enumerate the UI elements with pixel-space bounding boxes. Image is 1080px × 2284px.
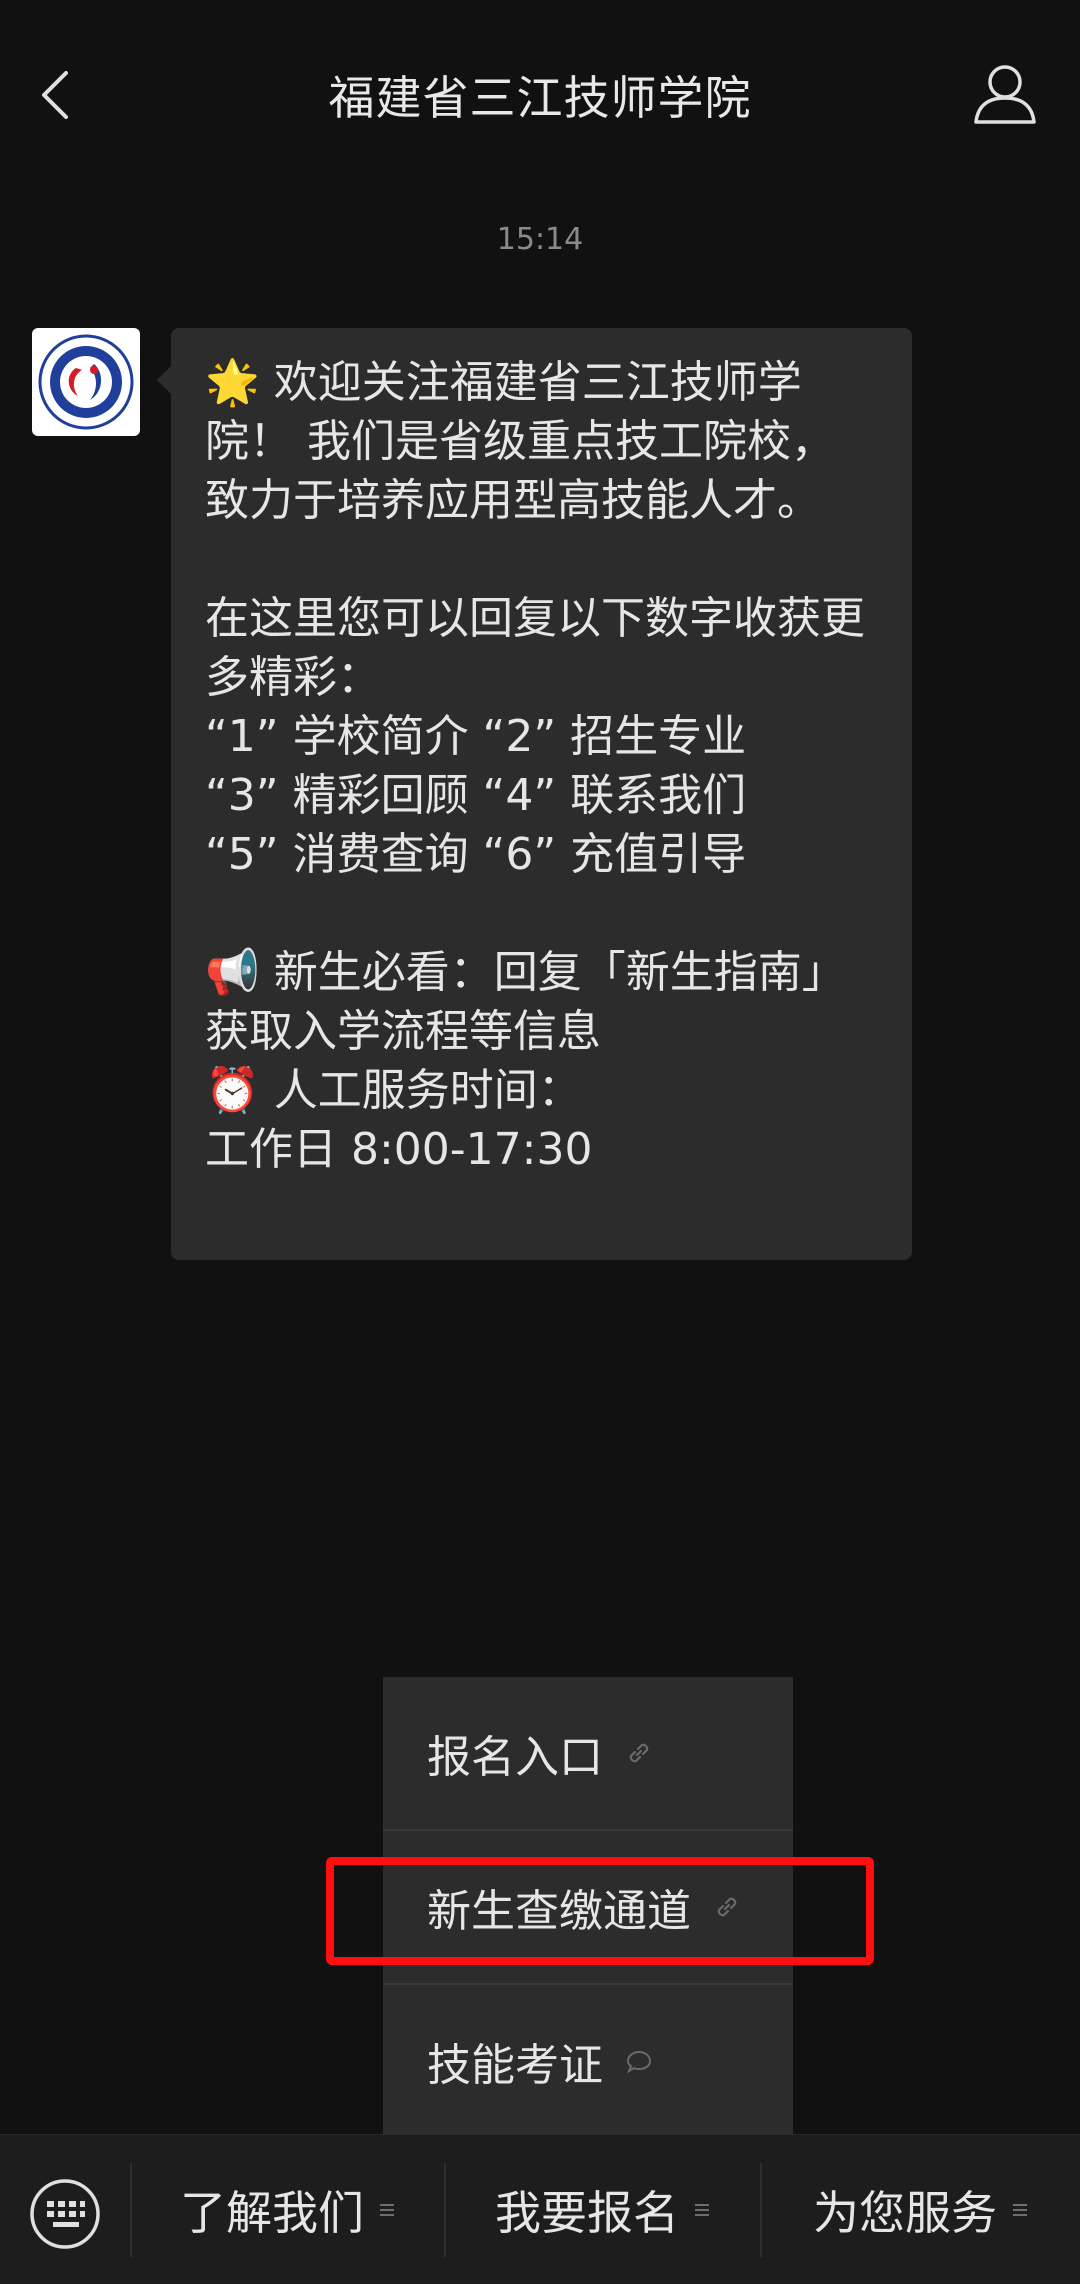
- message-timestamp: 15:14: [496, 222, 584, 257]
- tab-label: 了解我们: [180, 2186, 364, 2240]
- message-line: 工作日 8:00-17:30: [205, 1124, 593, 1175]
- keyboard-icon: [30, 2179, 100, 2249]
- menu-item-registration[interactable]: 报名入口: [383, 1677, 793, 1829]
- message-line: “1” 学校简介 “2” 招生专业: [205, 711, 747, 762]
- back-button[interactable]: [30, 55, 90, 135]
- message-line: 在这里您可以回复以下数字收获更: [205, 593, 865, 644]
- person-icon: [974, 65, 1036, 124]
- tab-label: 我要报名: [495, 2186, 679, 2240]
- avatar[interactable]: [32, 328, 140, 436]
- message-line: “5” 消费查询 “6” 充值引导: [205, 829, 747, 880]
- message-line: ⏰ 人工服务时间：: [205, 1065, 582, 1116]
- menu-item-label: 报名入口: [427, 1732, 603, 1783]
- message-line: 🌟 欢迎关注福建省三江技师学: [205, 357, 802, 408]
- keyboard-toggle-button[interactable]: [22, 2171, 108, 2257]
- message-bubble: 🌟 欢迎关注福建省三江技师学 院！ 我们是省级重点技工院校， 致力于培养应用型高…: [157, 328, 912, 1260]
- tab-about-us[interactable]: 了解我们: [132, 2155, 444, 2265]
- tab-register[interactable]: 我要报名: [446, 2155, 760, 2265]
- message-line: 📢 新生必看：回复「新生指南」: [205, 947, 846, 998]
- highlight-annotation: [326, 1857, 874, 1965]
- menu-lines-icon: [695, 2204, 709, 2216]
- message-line: 获取入学流程等信息: [205, 1006, 601, 1057]
- link-icon: [629, 1743, 649, 1763]
- tab-services[interactable]: 为您服务: [762, 2155, 1080, 2265]
- chat-bubble-icon: [626, 2050, 652, 2074]
- chevron-left-icon: [42, 71, 68, 119]
- page-title: 福建省三江技师学院: [328, 71, 752, 125]
- header: 福建省三江技师学院: [0, 0, 1080, 190]
- message-line: [205, 884, 884, 943]
- bottom-menu-bar: 了解我们 我要报名 为您服务: [0, 2134, 1080, 2284]
- message-line: 多精彩：: [205, 652, 381, 703]
- school-logo-icon: [38, 334, 134, 430]
- profile-button[interactable]: [970, 58, 1040, 128]
- menu-lines-icon: [1013, 2204, 1027, 2216]
- message-line: 致力于培养应用型高技能人才。: [205, 475, 821, 526]
- message-line: [205, 530, 884, 589]
- tab-label: 为您服务: [813, 2186, 997, 2240]
- menu-lines-icon: [380, 2204, 394, 2216]
- message-line: “3” 精彩回顾 “4” 联系我们: [205, 770, 747, 821]
- menu-item-label: 技能考证: [427, 2040, 603, 2091]
- chat-screen: 福建省三江技师学院 15:14 🌟 欢迎关注福建省三江技师学 院！ 我们是省级重…: [0, 0, 1080, 2284]
- message-line: 院！ 我们是省级重点技工院校，: [205, 416, 835, 467]
- menu-item-skill-certification[interactable]: 技能考证: [383, 1985, 793, 2137]
